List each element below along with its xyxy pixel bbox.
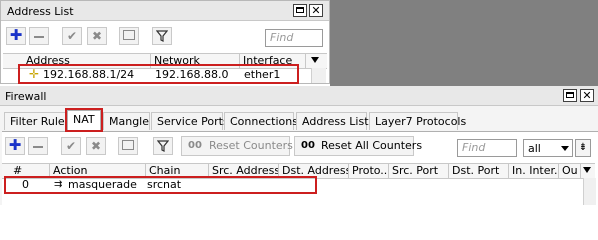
column-chooser-icon[interactable] [583,167,591,173]
column-header-chain[interactable]: Chain [146,164,209,178]
column-header-src-port[interactable]: Src. Port [389,164,449,178]
address-list-window: Address List ✕ ✚ ✔ ✖ Find Address Networ… [0,0,330,84]
filter-button[interactable] [152,27,172,45]
column-header-action[interactable]: Action [50,164,146,178]
comment-button[interactable] [119,27,139,45]
close-icon[interactable]: ✕ [309,4,323,17]
maximize-icon[interactable] [293,4,307,17]
close-icon[interactable]: ✕ [580,89,594,102]
column-header-number[interactable]: # [10,164,50,178]
tab-connections[interactable]: Connections [224,112,298,130]
scrollbar[interactable] [583,178,596,205]
column-header-in-interface[interactable]: In. Inter... [509,164,559,178]
firewall-titlebar[interactable]: Firewall ✕ [0,86,598,106]
firewall-title: Firewall [5,90,47,103]
row-number: 0 [22,178,29,191]
reset-counters-label: Reset Counters [209,139,293,152]
desktop-background [330,0,598,86]
remove-button[interactable] [28,137,48,155]
column-chooser-icon[interactable] [311,57,319,63]
column-header-src-address[interactable]: Src. Address [209,164,279,178]
column-header-out-interface[interactable]: Ou [559,164,581,178]
filter-select[interactable]: all [523,139,573,157]
filter-select-value: all [528,142,541,155]
chevron-down-icon [561,146,569,151]
tab-address-lists[interactable]: Address Lists [296,112,374,130]
column-header-protocol[interactable]: Proto... [349,164,389,178]
address-list-titlebar[interactable]: Address List ✕ [1,1,329,21]
tab-service-ports[interactable]: Service Ports [151,112,229,130]
disable-button[interactable]: ✖ [87,27,107,45]
address-plus-icon: ✛ [29,67,40,81]
minus-icon [33,145,43,148]
tab-nat[interactable]: NAT [67,110,101,132]
column-header-dst-address[interactable]: Dst. Address [279,164,349,178]
reset-counters-button[interactable]: 00 Reset Counters [181,136,293,156]
address-list-title: Address List [7,5,74,18]
maximize-icon[interactable] [563,89,577,102]
add-button[interactable]: ✚ [5,137,25,155]
counter-icon: 00 [301,140,315,151]
tab-mangle[interactable]: Mangle [103,112,150,130]
table-row[interactable]: ✛ 192.168.88.1/24 192.168.88.0 ether1 [3,67,309,82]
firewall-find-input[interactable]: Find [457,139,517,157]
add-button[interactable]: ✚ [6,27,26,45]
enable-button[interactable]: ✔ [62,27,82,45]
row-chain: srcnat [147,178,182,191]
scrollbar[interactable] [311,68,326,83]
row-network: 192.168.88.0 [155,68,229,81]
tab-filter-rules[interactable]: Filter Rules [4,112,70,130]
row-action: masquerade [68,178,137,191]
comment-button[interactable] [118,137,138,155]
reset-all-counters-label: Reset All Counters [321,139,423,152]
row-interface: ether1 [244,68,281,81]
note-icon [123,30,135,40]
address-list-find-input[interactable]: Find [265,29,323,47]
column-header-interface[interactable]: Interface [240,54,306,68]
funnel-icon [155,30,169,42]
remove-button[interactable] [29,27,49,45]
tab-layer7-protocols[interactable]: Layer7 Protocols [369,112,466,130]
masquerade-icon: ⇉ [54,179,63,190]
note-icon [122,140,134,150]
column-header-network[interactable]: Network [151,54,240,68]
minus-icon [34,35,44,38]
table-row[interactable]: 0 ⇉ masquerade srcnat [2,178,582,192]
row-address: 192.168.88.1/24 [43,68,135,81]
column-header-address[interactable]: Address [23,54,151,68]
counter-icon: 00 [188,140,202,151]
filter-button[interactable] [153,137,173,155]
enable-button[interactable]: ✔ [61,137,81,155]
reset-all-counters-button[interactable]: 00 Reset All Counters [294,136,422,156]
column-header-dst-port[interactable]: Dst. Port [449,164,509,178]
column-menu-icon[interactable]: ⇟ [575,139,591,157]
funnel-icon [156,140,170,152]
disable-button[interactable]: ✖ [86,137,106,155]
